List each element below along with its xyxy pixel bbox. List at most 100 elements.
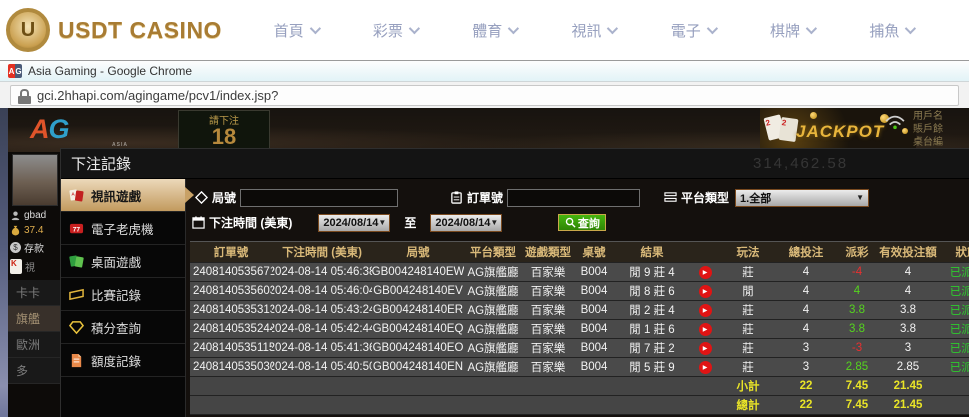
sidebar-item-match-records[interactable]: 比賽記錄 <box>61 278 185 311</box>
cell-time: 2024-08-14 05:41:36 <box>272 342 372 354</box>
lock-icon[interactable] <box>18 88 31 104</box>
user-icon <box>10 211 21 221</box>
platform-type-select[interactable]: 1.全部 ▼ <box>735 188 870 207</box>
nav-item-home[interactable]: 首頁 <box>274 20 321 41</box>
cell-order: 240814053531399 <box>193 304 272 316</box>
nav-item-cards[interactable]: 棋牌 <box>770 20 818 41</box>
chevron-down-icon <box>905 22 917 35</box>
bet-records-modal: 下注記錄 314,462.58 A 視訊遊戲 77 電子老虎機 桌面遊戲 比賽記… <box>60 148 969 417</box>
cell-result: 閒 8 莊 6 <box>629 286 675 298</box>
coin-icon <box>810 112 817 119</box>
search-button[interactable]: 查詢 <box>558 214 607 231</box>
wifi-icon <box>885 115 905 130</box>
cell-replay: ▶ <box>690 358 720 376</box>
cell-platform: AG旗艦廳 <box>467 324 519 336</box>
replay-icon[interactable]: ▶ <box>698 265 712 279</box>
replay-icon[interactable]: ▶ <box>698 360 712 374</box>
nav-item-lottery[interactable]: 彩票 <box>372 20 420 41</box>
cell-result: 閒 9 莊 4 <box>629 267 675 279</box>
cell-bet: 4 <box>802 266 810 278</box>
nav-item-fishing[interactable]: 捕魚 <box>869 20 917 41</box>
chevron-down-icon <box>507 22 520 35</box>
cell-play: 莊 <box>742 267 754 279</box>
cell-replay: ▶ <box>690 263 720 281</box>
replay-icon[interactable]: ▶ <box>698 341 712 355</box>
cell-table: B004 <box>580 285 608 297</box>
cell-platform: AG旗艦廳 <box>467 362 519 374</box>
order-no-input[interactable] <box>507 188 641 207</box>
cell-status: 已派彩 <box>949 286 969 298</box>
site-header: U USDT CASINO 首頁 彩票 體育 視訊 電子 棋牌 捕魚 <box>0 0 969 60</box>
cell-result: 閒 7 莊 2 <box>629 343 675 355</box>
jackpot-label: JACKPOT <box>796 122 885 141</box>
url-input[interactable]: gci.2hhapi.com/agingame/pcv1/index.jsp? <box>10 84 959 106</box>
window-title: Asia Gaming - Google Chrome <box>28 64 193 78</box>
username-text: gbad <box>24 210 47 221</box>
cell-round: GB004248140EQ <box>372 323 464 335</box>
date-from-select[interactable]: 2024/08/14 ▼ <box>318 213 391 232</box>
hall-tab-europe[interactable]: 歐洲 <box>8 332 62 358</box>
sidebar-item-points-query[interactable]: 積分查詢 <box>61 311 185 344</box>
avatar <box>12 154 58 206</box>
sidebar-item-slots[interactable]: 77 電子老虎機 <box>61 212 185 245</box>
hall-tab-multi[interactable]: 多 <box>8 358 62 384</box>
cell-table: B004 <box>580 266 608 278</box>
clipboard-icon <box>451 191 462 204</box>
gem-icon <box>69 320 84 334</box>
header-game: 遊戲類型 <box>525 247 571 259</box>
sidebar-item-table-games[interactable]: 桌面遊戲 <box>61 245 185 278</box>
cell-status: 已派彩 <box>949 362 969 374</box>
nav-item-slots[interactable]: 電子 <box>670 20 718 41</box>
replay-icon[interactable]: ▶ <box>698 322 712 336</box>
main-nav: 首頁 彩票 體育 視訊 電子 棋牌 捕魚 <box>236 20 969 41</box>
cell-empty <box>190 377 272 395</box>
screen: U USDT CASINO 首頁 彩票 體育 視訊 電子 棋牌 捕魚 AG As… <box>0 0 969 417</box>
cell-payout: -4 <box>851 266 863 278</box>
nav-label: 捕魚 <box>869 22 900 40</box>
cell-replay: ▶ <box>690 282 720 300</box>
cell-platform: AG旗艦廳 <box>467 343 519 355</box>
nav-label: 彩票 <box>372 22 403 40</box>
search-button-label: 查詢 <box>577 217 600 230</box>
cell-summary-payout: 7.45 <box>845 399 869 411</box>
cell-time: 2024-08-14 05:46:38 <box>272 266 372 278</box>
cell-summary-bet: 22 <box>799 399 813 411</box>
hall-tab-cagayan[interactable]: 卡卡 <box>8 280 62 306</box>
cell-play: 閒 <box>742 286 754 298</box>
nav-item-sports[interactable]: 體育 <box>472 20 520 41</box>
cell-payout: 2.85 <box>845 361 869 373</box>
chrome-window-titlebar[interactable]: AG Asia Gaming - Google Chrome <box>0 60 969 82</box>
modal-title: 下注記錄 <box>71 156 132 173</box>
cell-time: 2024-08-14 05:42:44 <box>272 323 372 335</box>
nav-item-live[interactable]: 視訊 <box>571 20 619 41</box>
sidebar-label: 視訊遊戲 <box>91 189 142 204</box>
cell-empty <box>938 377 969 395</box>
deposit-coin-icon: $ <box>10 242 21 253</box>
calendar-icon <box>192 216 205 229</box>
cell-summary-valid: 21.45 <box>893 380 923 392</box>
cell-empty <box>938 396 969 414</box>
header-order: 訂單號 <box>213 247 249 259</box>
cell-round: GB004248140EN <box>372 361 464 373</box>
card-king-icon: K <box>10 259 22 274</box>
hall-tab-flagship[interactable]: 旗艦 <box>8 306 62 332</box>
cell-bet: 4 <box>802 285 810 297</box>
ag-favicon-icon: AG <box>8 64 22 78</box>
video-games-tab-bg[interactable]: K 視 <box>8 257 62 276</box>
sidebar-item-live-games[interactable]: A 視訊遊戲 <box>61 179 194 212</box>
nav-label: 電子 <box>670 22 701 40</box>
deposit-button[interactable]: $ 存款 <box>8 238 62 257</box>
replay-icon[interactable]: ▶ <box>698 303 712 317</box>
date-to-select[interactable]: 2024/08/14 ▼ <box>430 213 503 232</box>
balance-text: 37.4 <box>24 225 44 236</box>
round-no-input[interactable] <box>240 188 399 207</box>
cell-summary-label: 總計 <box>736 400 760 412</box>
cell-game: 百家樂 <box>530 305 566 317</box>
sidebar-item-quota-records[interactable]: 額度記錄 <box>61 344 185 377</box>
sidebar-label: 積分查詢 <box>91 321 142 336</box>
platform-type-value: 1.全部 <box>740 192 772 205</box>
live-video-background: AG ASIA GAMING 請下注 18 2 2 JACKPOT <box>8 108 969 154</box>
bet-time-label: 下注時間 (美東) <box>192 214 292 231</box>
site-logo[interactable]: U USDT CASINO <box>0 8 236 52</box>
replay-icon[interactable]: ▶ <box>698 284 712 298</box>
